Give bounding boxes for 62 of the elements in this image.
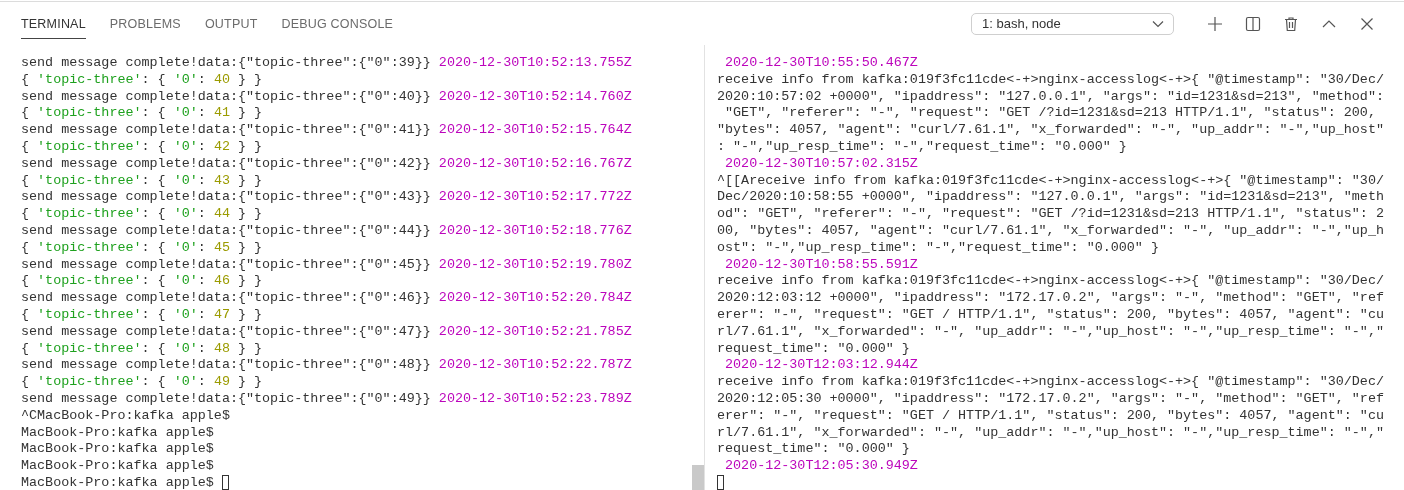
terminal-line: ^[[Areceive info from kafka:019f3fc11cde<-+>nginx-accesslog<-+>{ "@timestamp": "30/	[717, 172, 1385, 190]
terminal-line: rl/7.61.1", "x_forwarded": "-", "up_addr": "-","up_host": "-","up_resp_time": "-","	[717, 424, 1385, 442]
trash-icon	[1283, 15, 1299, 32]
terminal-line: { 'topic-three': { '0': 47 } }	[21, 306, 264, 324]
terminal-line: send message complete!data:{"topic-three":{"0":44}} 2020-12-30T10:52:18.776Z	[21, 222, 633, 240]
terminal-line: { 'topic-three': { '0': 43 } }	[21, 172, 264, 190]
terminal-dropdown[interactable]: 1: bash, node	[971, 12, 1174, 35]
terminal-line: send message complete!data:{"topic-three":{"0":43}} 2020-12-30T10:52:17.772Z	[21, 189, 633, 207]
terminal-line: "bytes": 4057, "agent": "curl/7.61.1", "x_forwarded": "-", "up_addr": "-","up_host"	[717, 122, 1385, 139]
panel-tab[interactable]: OUTPUT	[204, 3, 258, 39]
panel-tab[interactable]: DEBUG CONSOLE	[281, 3, 394, 39]
terminal-line: ^CMacBook-Pro:kafka apple$	[21, 407, 231, 425]
terminal-line: { 'topic-three': { '0': 41 } }	[21, 105, 264, 123]
panel-tab[interactable]: PROBLEMS	[109, 3, 181, 39]
terminal-line: erer": "-", "request": "GET / HTTP/1.1", "status": 200, "bytes": 4057, "agent": "cu	[717, 306, 1385, 324]
terminal-line: { 'topic-three': { '0': 46 } }	[21, 273, 264, 291]
terminal-line: 2020-12-30T10:55:50.467Z	[724, 55, 919, 72]
terminal-line: ost": "-","up_resp_time": "-","request_time": "0.000" }	[717, 239, 1160, 257]
close-icon	[1359, 15, 1375, 32]
panel-tab[interactable]: TERMINAL	[21, 3, 86, 39]
terminal-line: receive info from kafka:019f3fc11cde<-+>nginx-accesslog<-+>{ "@timestamp": "30/Dec/	[717, 71, 1385, 89]
terminal-line: request_time": "0.000" }	[717, 340, 911, 358]
terminal-line: erer": "-", "request": "GET / HTTP/1.1", "status": 200, "bytes": 4057, "agent": "cu	[717, 407, 1385, 425]
terminal-line: Dec/2020:10:58:55 +0000", "ipaddress": "127.0.0.1", "args": "id=1231&sd=213", "meth	[717, 189, 1385, 207]
terminal-line: { 'topic-three': { '0': 48 } }	[21, 340, 264, 358]
terminal-line: : "-","up_resp_time": "-","request_time": "0.000" }	[717, 139, 1128, 156]
terminal-line: 2020:12:03:12 +0000", "ipaddress": "172.17.0.2", "args": "-", "method": "GET", "ref	[717, 290, 1385, 307]
terminal-line: 2020-12-30T10:58:55.591Z	[724, 256, 919, 274]
add-icon	[1207, 15, 1223, 32]
terminal-line: { 'topic-three': { '0': 40 } }	[21, 71, 264, 89]
terminal-line: MacBook-Pro:kafka apple$	[21, 424, 215, 442]
terminal-line: receive info from kafka:019f3fc11cde<-+>nginx-accesslog<-+>{ "@timestamp": "30/Dec/	[717, 374, 1385, 391]
terminal-line: MacBook-Pro:kafka apple$	[21, 441, 215, 459]
terminal-line: 00, "bytes": 4057, "agent": "curl/7.61.1", "x_forwarded": "-", "up_addr": "-","up_h	[717, 222, 1385, 240]
terminal-line: 2020-12-30T12:05:30.949Z	[724, 458, 919, 475]
terminal-line: send message complete!data:{"topic-three":{"0":49}} 2020-12-30T10:52:23.789Z	[21, 390, 633, 408]
terminal-line: { 'topic-three': { '0': 44 } }	[21, 206, 264, 223]
terminal-line: send message complete!data:{"topic-three":{"0":42}} 2020-12-30T10:52:16.767Z	[21, 155, 633, 173]
terminal-line: send message complete!data:{"topic-three":{"0":45}} 2020-12-30T10:52:19.780Z	[21, 256, 633, 274]
terminal-line: 2020:10:57:02 +0000", "ipaddress": "127.0.0.1", "args": "id=1231&sd=213", "method":	[717, 88, 1385, 106]
terminal-line: send message complete!data:{"topic-three":{"0":46}} 2020-12-30T10:52:20.784Z	[21, 290, 633, 307]
terminal-line: 2020-12-30T12:03:12.944Z	[724, 357, 919, 375]
split-icon	[1245, 15, 1261, 32]
terminal-line: send message complete!data:{"topic-three":{"0":39}} 2020-12-30T10:52:13.755Z	[21, 55, 633, 72]
terminal-line: send message complete!data:{"topic-three":{"0":40}} 2020-12-30T10:52:14.760Z	[21, 88, 633, 106]
terminal-line: { 'topic-three': { '0': 45 } }	[21, 239, 264, 257]
terminal-line: { 'topic-three': { '0': 42 } }	[21, 139, 264, 156]
terminal-line: "GET", "referer": "-", "request": "GET /?id=1231&sd=213 HTTP/1.1", "status": 200,	[724, 105, 1377, 123]
terminal-line: send message complete!data:{"topic-three":{"0":48}} 2020-12-30T10:52:22.787Z	[21, 357, 633, 375]
chevron-down-icon	[1152, 19, 1164, 28]
terminal-line: 2020-12-30T10:57:02.315Z	[724, 155, 919, 173]
scrollbar-thumb[interactable]	[692, 465, 704, 490]
terminal-line: send message complete!data:{"topic-three":{"0":41}} 2020-12-30T10:52:15.764Z	[21, 122, 633, 139]
terminal-line: MacBook-Pro:kafka apple$	[21, 474, 215, 490]
terminal-line: od": "GET", "referer": "-", "request": "GET /?id=1231&sd=213 HTTP/1.1", "status": 2	[717, 206, 1385, 223]
terminal-line: receive info from kafka:019f3fc11cde<-+>nginx-accesslog<-+>{ "@timestamp": "30/Dec/	[717, 273, 1385, 291]
terminal-line: rl/7.61.1", "x_forwarded": "-", "up_addr": "-","up_host": "-","up_resp_time": "-","	[717, 323, 1385, 341]
terminal-line: { 'topic-three': { '0': 49 } }	[21, 374, 264, 391]
terminal-line: request_time": "0.000" }	[717, 441, 911, 459]
terminal-line: send message complete!data:{"topic-three":{"0":47}} 2020-12-30T10:52:21.785Z	[21, 323, 633, 341]
terminal-line: MacBook-Pro:kafka apple$	[21, 458, 215, 475]
terminal-line: 2020:12:05:30 +0000", "ipaddress": "172.17.0.2", "args": "-", "method": "GET", "ref	[717, 390, 1385, 408]
